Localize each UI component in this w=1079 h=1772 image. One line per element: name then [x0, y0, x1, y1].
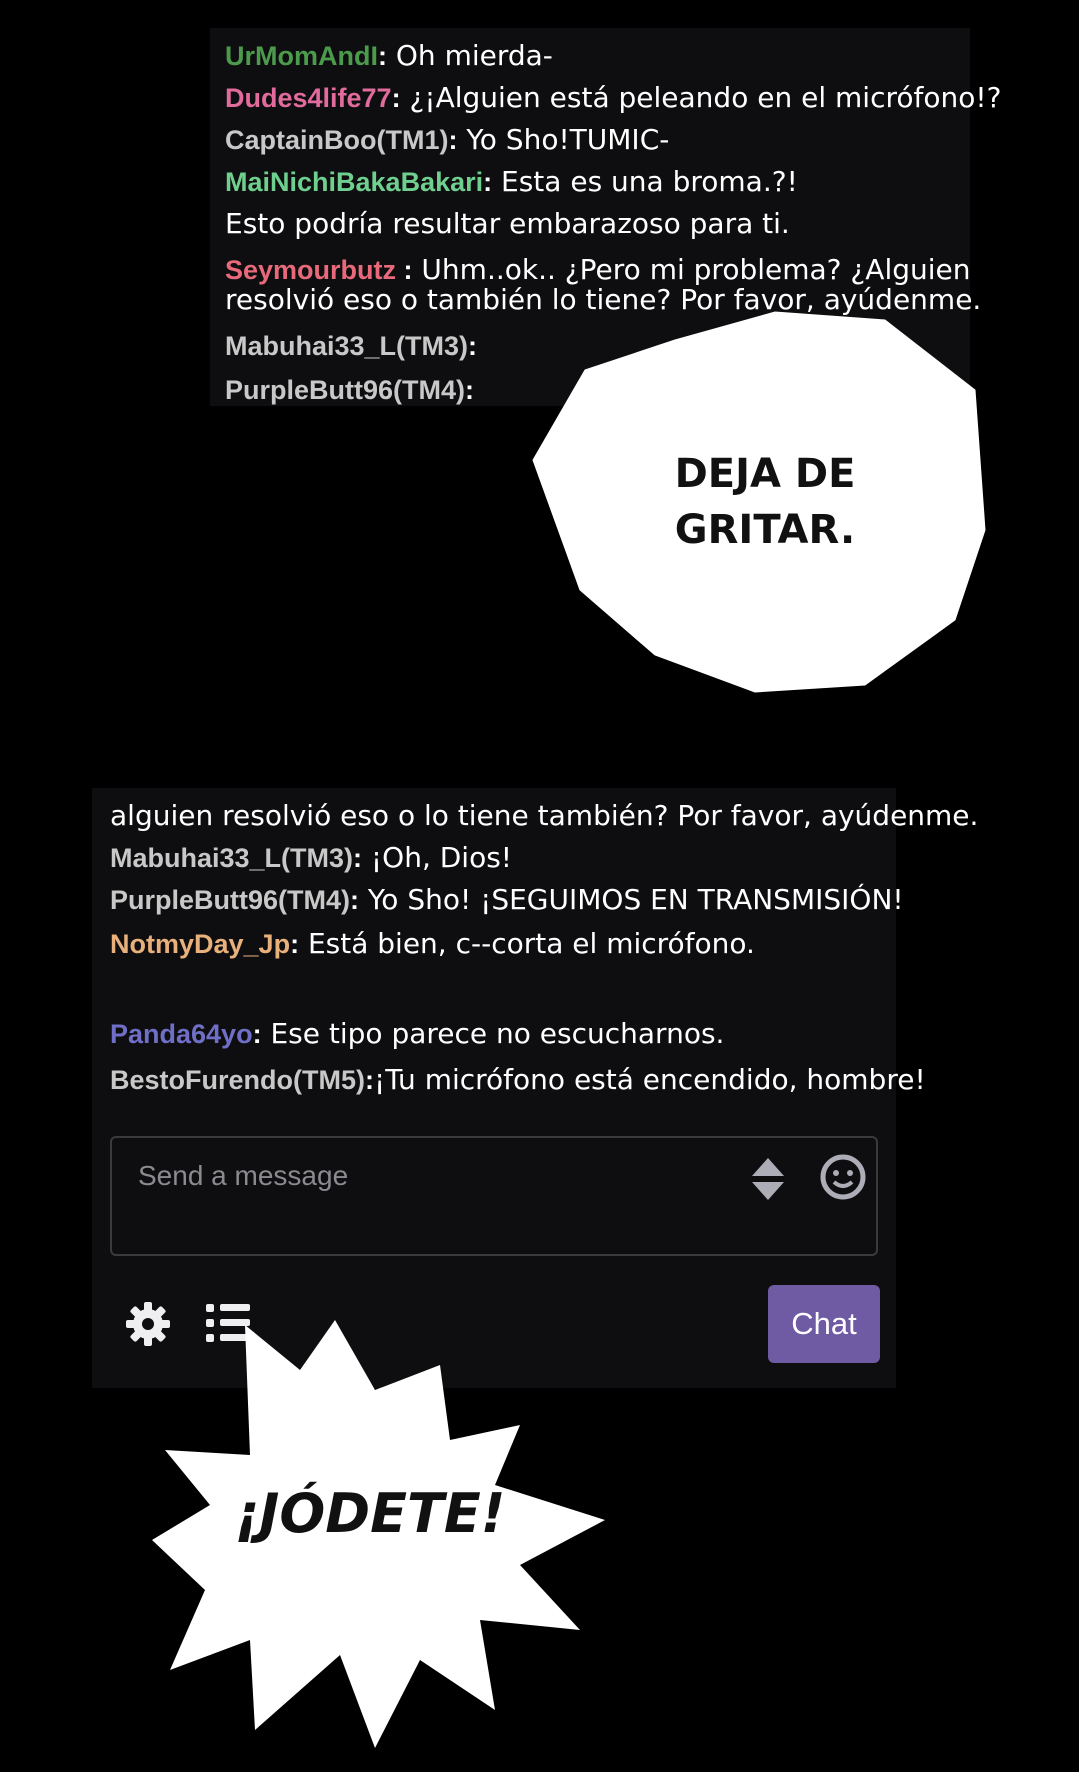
chat-username[interactable]: BestoFurendo(TM5): [110, 1065, 365, 1095]
chat-line: Mabuhai33_L(TM3): ¡Oh, Dios!: [110, 840, 512, 875]
chat-separator: :: [483, 167, 493, 197]
chat-line: Panda64yo: Ese tipo parece no escucharno…: [110, 1016, 724, 1051]
chat-username[interactable]: Mabuhai33_L(TM3): [110, 843, 353, 873]
chat-username[interactable]: UrMomAndI: [225, 41, 378, 71]
chat-username[interactable]: Mabuhai33_L(TM3): [225, 331, 468, 361]
chat-separator: :: [353, 843, 363, 873]
chat-line: Mabuhai33_L(TM3):: [225, 328, 477, 363]
chat-separator: :: [252, 1019, 262, 1049]
chat-username[interactable]: PurpleButt96(TM4): [225, 375, 465, 405]
chat-message-text: Ese tipo parece no escucharnos.: [261, 1017, 725, 1050]
message-input-placeholder: Send a message: [138, 1160, 349, 1191]
chat-message-text: Esto podría resultar embarazoso para ti.: [225, 207, 790, 240]
chat-line: UrMomAndI: Oh mierda-: [225, 38, 553, 73]
chat-separator: :: [350, 885, 360, 915]
chat-separator: :: [391, 83, 401, 113]
chat-line: alguien resolvió eso o lo tiene también?…: [110, 798, 978, 833]
chat-message-text: Yo Sho!TUMIC-: [457, 123, 670, 156]
chat-username[interactable]: Dudes4life77: [225, 83, 392, 113]
smiley-icon[interactable]: [818, 1152, 868, 1202]
chat-username[interactable]: Panda64yo: [110, 1019, 253, 1049]
chat-username[interactable]: PurpleButt96(TM4): [110, 885, 350, 915]
chat-message-text: Oh mierda-: [386, 39, 553, 72]
chat-line: Dudes4life77: ¿¡Alguien está peleando en…: [225, 80, 1001, 115]
bubble-1-line1: DEJA DE: [674, 451, 856, 497]
chat-message-text: alguien resolvió eso o lo tiene también?…: [110, 799, 979, 832]
chat-separator: :: [290, 929, 300, 959]
chat-message-text: Está bien, c--corta el micrófono.: [299, 927, 755, 960]
bubble-2-text: ¡JÓDETE!: [234, 1482, 506, 1545]
chat-separator: :: [396, 255, 413, 285]
chat-username[interactable]: Seymourbutz: [225, 255, 396, 285]
sort-arrows-icon[interactable]: [748, 1156, 788, 1202]
chat-message-text: ¡Oh, Dios!: [362, 841, 513, 874]
message-input[interactable]: Send a message: [110, 1136, 878, 1256]
bubble-1-line2: GRITAR.: [674, 507, 856, 553]
chat-message-text: Esta es una broma.?!: [492, 165, 798, 198]
chat-button[interactable]: Chat: [768, 1285, 880, 1363]
chat-line: MaiNichiBakaBakari: Esta es una broma.?!: [225, 164, 798, 199]
chat-separator: :: [468, 331, 478, 361]
chat-separator: :: [465, 375, 475, 405]
chat-username[interactable]: CaptainBoo(TM1): [225, 125, 448, 155]
chat-line: NotmyDay_Jp: Está bien, c--corta el micr…: [110, 926, 755, 961]
chat-separator: :: [364, 1065, 374, 1095]
chat-line: CaptainBoo(TM1): Yo Sho!TUMIC-: [225, 122, 669, 157]
chat-line: PurpleButt96(TM4):: [225, 372, 474, 407]
bubble-1-text: DEJA DE GRITAR.: [625, 446, 905, 558]
chat-message-text: Yo Sho! ¡SEGUIMOS EN TRANSMISIÓN!: [359, 883, 904, 916]
chat-message-text: ¿¡Alguien está peleando en el micrófono!…: [400, 81, 1002, 114]
chat-line: Esto podría resultar embarazoso para ti.: [225, 206, 790, 241]
chat-separator: :: [377, 41, 387, 71]
chat-message-text: ¡Tu micrófono está encendido, hombre!: [373, 1063, 926, 1096]
chat-line: BestoFurendo(TM5):¡Tu micrófono está enc…: [110, 1062, 926, 1097]
chat-username[interactable]: NotmyDay_Jp: [110, 929, 290, 959]
chat-line: PurpleButt96(TM4): Yo Sho! ¡SEGUIMOS EN …: [110, 882, 904, 917]
chat-username[interactable]: MaiNichiBakaBakari: [225, 167, 483, 197]
